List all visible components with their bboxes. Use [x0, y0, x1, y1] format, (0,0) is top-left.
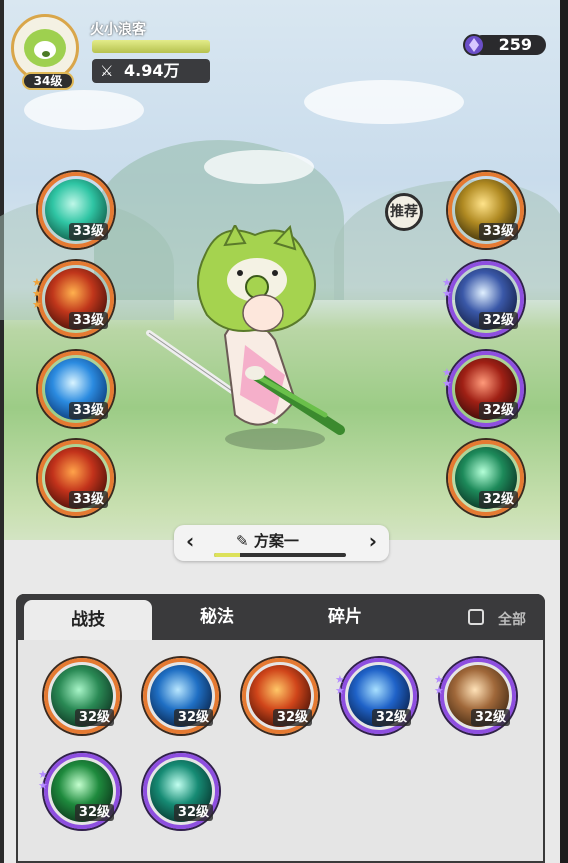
cloud — [24, 90, 144, 130]
avatar-nose — [42, 51, 50, 57]
tab-combat-skills[interactable]: 战技 — [24, 600, 152, 640]
skill-level: 33级 — [68, 402, 108, 419]
skill-slot-spirit-star[interactable]: ★ ★ 32级 — [442, 261, 524, 337]
game-screen: 34级 火小浪客 ⚔ 4.94万 259 33级 ★ ★ ★ 33级 33级 33级 33级… — [0, 0, 568, 863]
skill-level: 32级 — [478, 491, 518, 508]
prev-loadout-button[interactable]: ‹ — [186, 529, 194, 553]
loadout-selector: ‹ › ✎ 方案一 — [174, 525, 389, 561]
loadout-progress-fill — [214, 553, 241, 557]
star-rank-icon: ★ ★ — [335, 673, 345, 697]
skill-slot-blood-orb[interactable]: ★ ★ 32级 — [442, 351, 524, 427]
select-all-checkbox[interactable] — [468, 609, 484, 625]
skill-slot-stone-slab[interactable]: ★ ★ 32级 — [434, 658, 516, 734]
next-loadout-button[interactable]: › — [369, 529, 377, 553]
skill-slot-wind-slash[interactable]: 32级 — [143, 753, 219, 829]
skill-slot-healing-cross[interactable]: ★ ★ 32级 — [38, 753, 120, 829]
skill-level: 32级 — [74, 709, 114, 726]
player-level-badge: 34级 — [22, 72, 74, 90]
skill-slot-thorn-vine[interactable]: 32级 — [44, 658, 120, 734]
skill-slot-frost-shards[interactable]: 32级 — [143, 658, 219, 734]
crossed-swords-icon: ⚔ — [100, 62, 114, 80]
skill-level: 33级 — [68, 312, 108, 329]
skill-level: 32级 — [478, 312, 518, 329]
gem-amount: 259 — [498, 35, 532, 54]
skill-slot-flame-burst[interactable]: 33级 — [38, 440, 114, 516]
skill-slot-fire-orb[interactable]: 32级 — [242, 658, 318, 734]
skill-level: 33级 — [478, 223, 518, 240]
skill-slot-fire-phoenix[interactable]: ★ ★ ★ 33级 — [32, 261, 114, 337]
pencil-icon: ✎ — [236, 532, 249, 550]
star-rank-icon: ★ ★ — [442, 276, 452, 300]
skill-slot-ice-shatter[interactable]: 33级 — [38, 351, 114, 427]
recommend-button[interactable]: 推荐 — [385, 193, 423, 231]
combat-power: ⚔ 4.94万 — [92, 59, 210, 83]
skill-level: 32级 — [478, 402, 518, 419]
loadout-name: 方案一 — [253, 532, 299, 550]
skill-level: 32级 — [173, 709, 213, 726]
select-all-label: 全部 — [498, 612, 526, 628]
skill-level: 32级 — [74, 804, 114, 821]
star-rank-icon: ★ ★ — [442, 366, 452, 390]
purple-gem-icon — [463, 34, 485, 56]
loadout-title[interactable]: ✎ 方案一 — [236, 530, 299, 551]
star-rank-icon: ★ ★ — [434, 673, 444, 697]
player-name: 火小浪客 — [90, 22, 146, 38]
player-character — [146, 225, 345, 435]
skill-slot-wind-vortex[interactable]: 33级 — [38, 172, 114, 248]
cloud — [304, 80, 464, 124]
skill-slot-water-wave[interactable]: ★ ★ 32级 — [335, 658, 417, 734]
skill-level: 33级 — [68, 491, 108, 508]
right-edge — [560, 0, 568, 863]
cloud — [204, 150, 314, 184]
skill-level: 32级 — [173, 804, 213, 821]
tab-secret-arts[interactable]: 秘法 — [154, 594, 280, 640]
skill-level: 32级 — [470, 709, 510, 726]
skill-slot-emerald-shield[interactable]: 32级 — [448, 440, 524, 516]
skill-level: 32级 — [272, 709, 312, 726]
combat-power-value: 4.94万 — [124, 61, 180, 80]
xp-bar — [92, 40, 210, 53]
loadout-progress-bar — [214, 553, 346, 557]
xp-bar-fill — [92, 40, 210, 53]
skill-level: 33级 — [68, 223, 108, 240]
skill-slot-golden-strike[interactable]: 33级 — [448, 172, 524, 248]
star-rank-icon: ★ ★ ★ — [32, 276, 42, 311]
tab-fragments[interactable]: 碎片 — [282, 594, 408, 640]
star-rank-icon: ★ ★ — [38, 768, 48, 792]
skill-level: 32级 — [371, 709, 411, 726]
inventory-tabs: 战技 秘法 碎片 — [16, 594, 545, 640]
